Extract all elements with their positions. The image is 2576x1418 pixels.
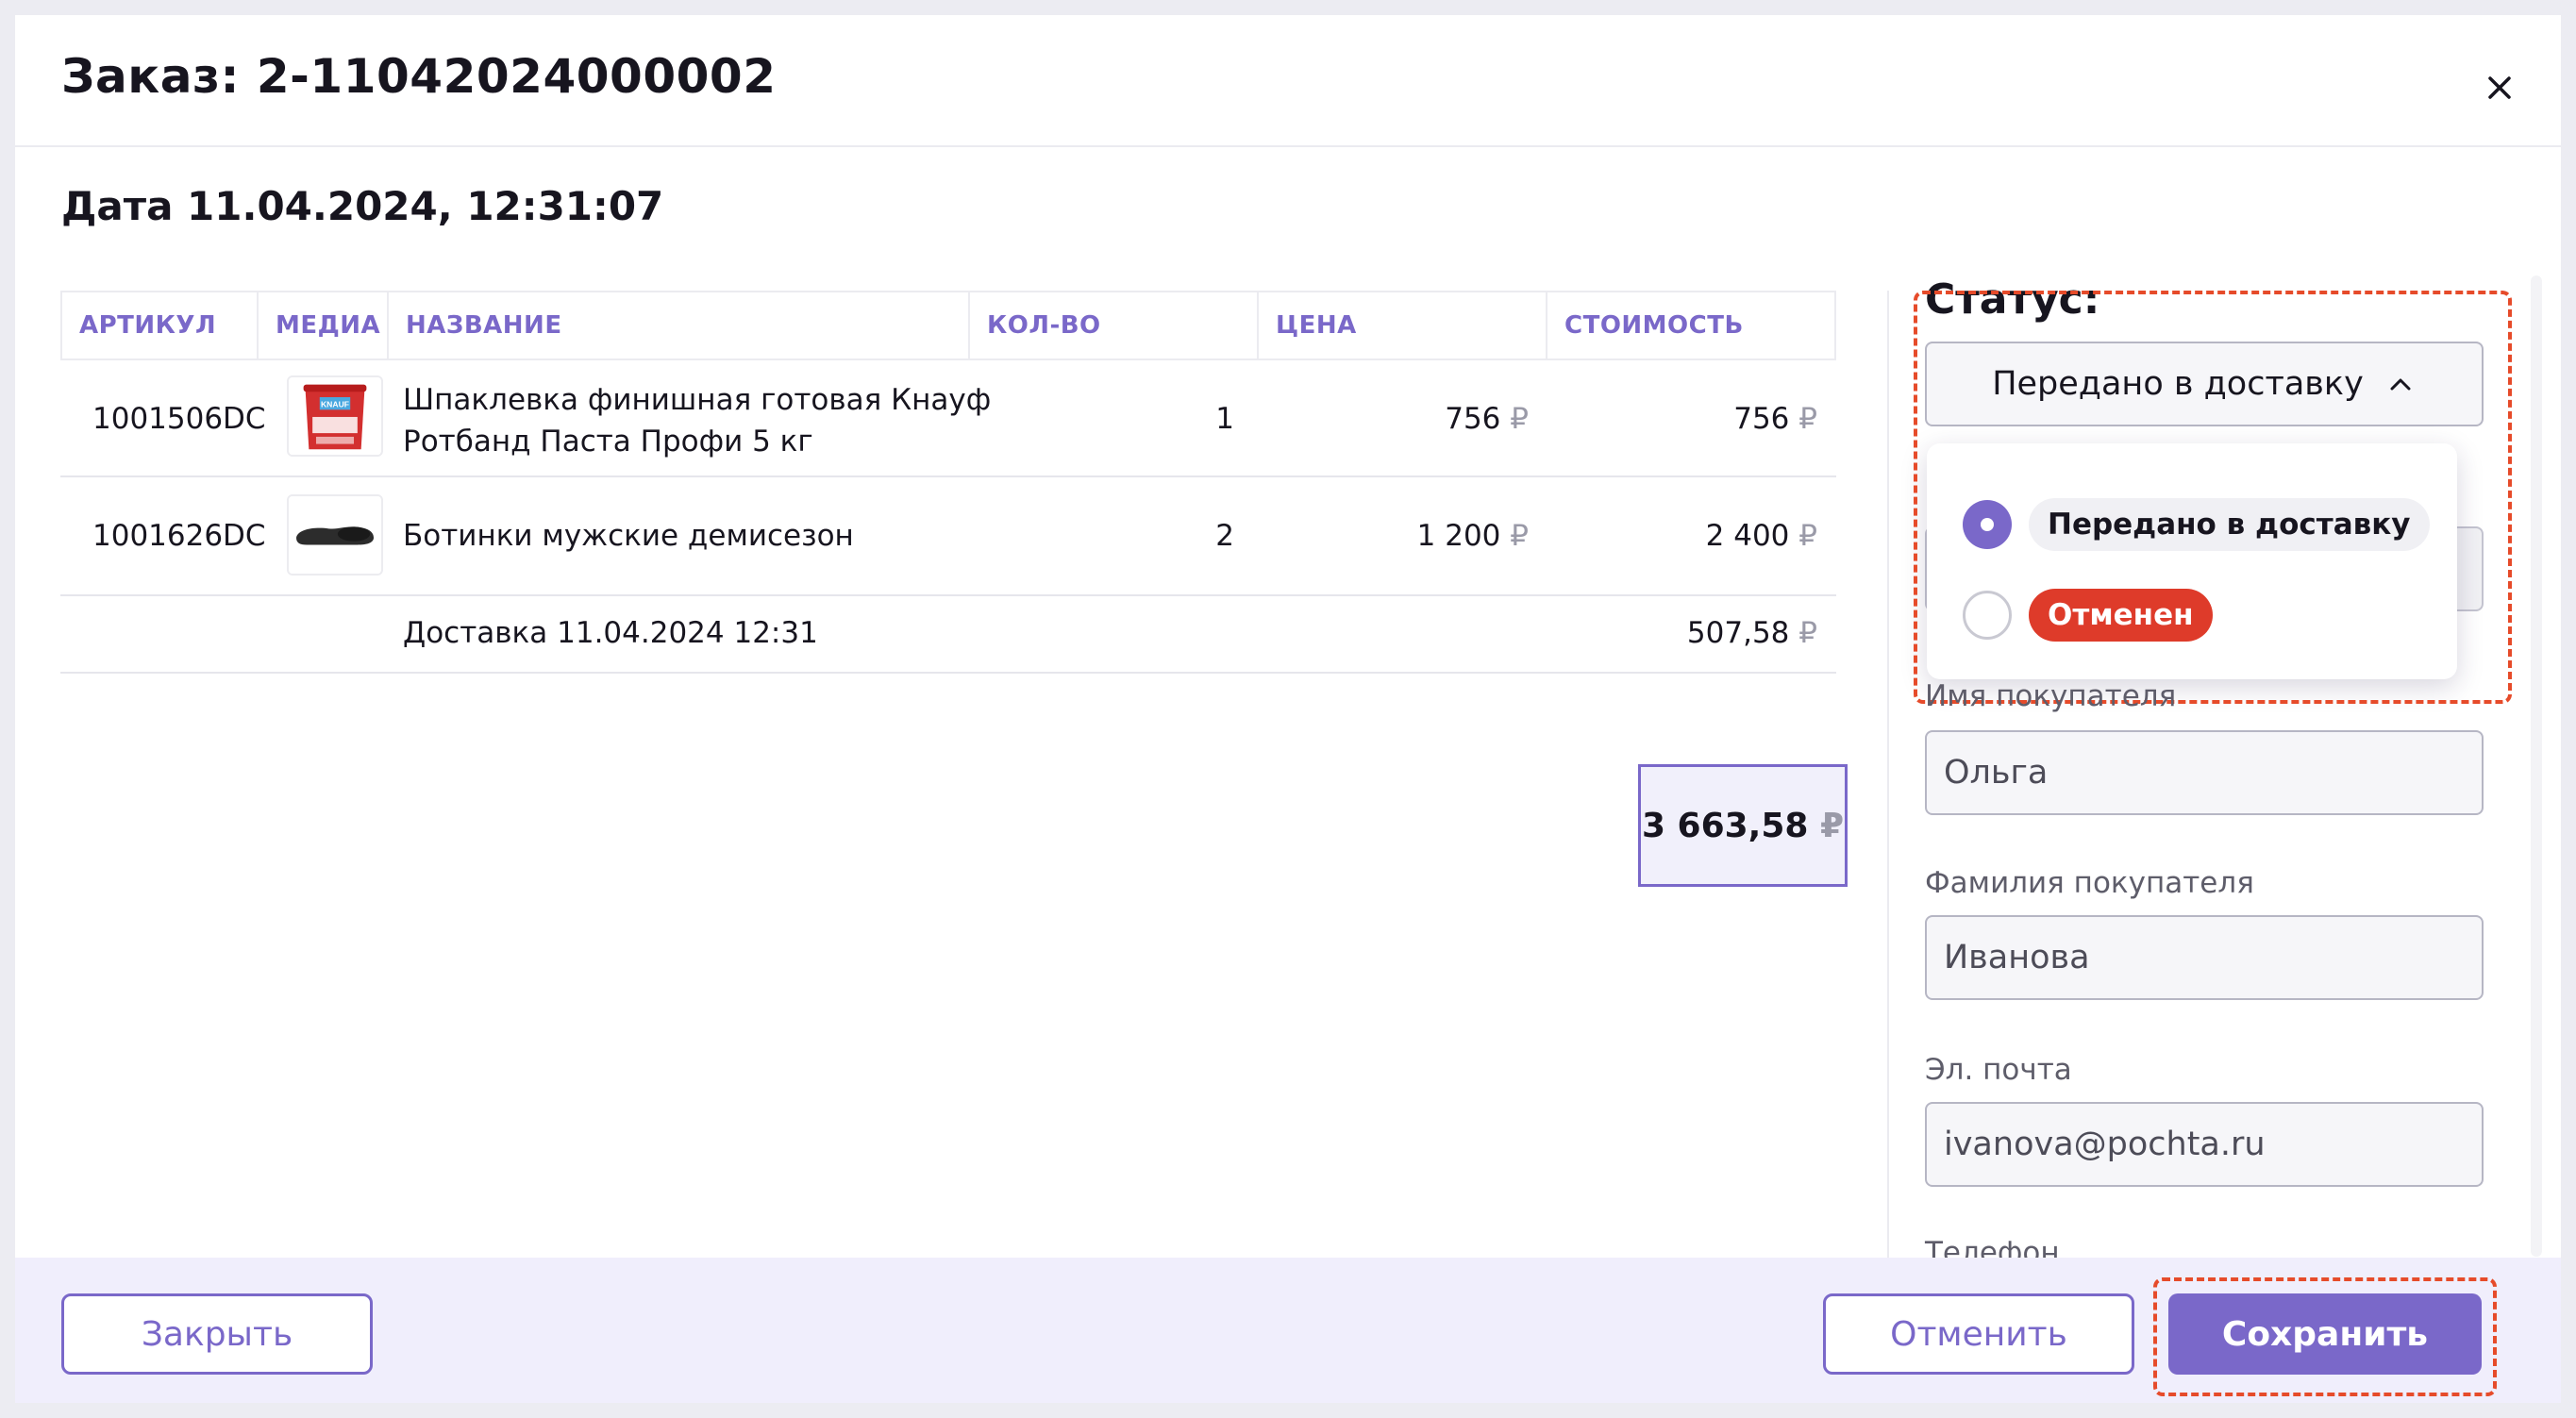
row-name-line1: Шпаклевка финишная готовая Кнауф (403, 383, 992, 417)
modal-title: Заказ: 2-11042024000002 (61, 49, 777, 104)
cancel-button[interactable]: Отменить (1823, 1293, 2134, 1375)
row-price-value: 756 (1445, 402, 1501, 436)
row-price: 1 200 ₽ (1257, 477, 1529, 594)
column-header-price: ЦЕНА (1259, 292, 1547, 359)
status-highlight (1914, 291, 2512, 704)
product-image-bucket[interactable]: KNAUF (287, 375, 383, 457)
product-image-boots[interactable] (287, 494, 383, 576)
row-cost: 2 400 ₽ (1546, 477, 1817, 594)
delivery-cost-value: 507,58 (1686, 616, 1790, 650)
email-field[interactable] (1925, 1102, 2484, 1187)
column-header-qty: КОЛ-ВО (970, 292, 1259, 359)
table-row[interactable]: 1001506DC KNAUF Шпаклевка финишная готов… (60, 360, 1836, 477)
delivery-label: Доставка 11.04.2024 12:31 (403, 616, 818, 650)
svg-text:KNAUF: KNAUF (321, 399, 349, 409)
table-row[interactable]: 1001626DC Ботинки мужские демисезон 2 1 … (60, 477, 1836, 596)
delivery-cost: 507,58 ₽ (1546, 596, 1817, 670)
row-price: 756 ₽ (1257, 360, 1529, 477)
row-cost-value: 2 400 (1705, 519, 1790, 553)
row-sku: 1001506DC (92, 402, 266, 436)
ruble-icon: ₽ (1510, 519, 1529, 553)
close-icon[interactable] (2476, 64, 2523, 111)
table-header: АРТИКУЛ МЕДИА НАЗВАНИЕ КОЛ-ВО ЦЕНА СТОИМ… (60, 291, 1836, 360)
row-cost-value: 756 (1733, 402, 1790, 436)
close-button[interactable]: Закрыть (61, 1293, 373, 1375)
order-items-table: АРТИКУЛ МЕДИА НАЗВАНИЕ КОЛ-ВО ЦЕНА СТОИМ… (60, 291, 1836, 674)
delivery-row: Доставка 11.04.2024 12:31 507,58 ₽ (60, 596, 1836, 674)
row-sku: 1001626DC (92, 519, 266, 553)
order-total-value: 3 663,58 (1641, 806, 1809, 845)
panel-scrollbar[interactable] (2531, 275, 2542, 1257)
order-total: 3 663,58 ₽ (1638, 764, 1848, 887)
ruble-icon: ₽ (1798, 519, 1817, 553)
row-price-value: 1 200 (1416, 519, 1501, 553)
ruble-icon: ₽ (1798, 402, 1817, 436)
ruble-icon: ₽ (1510, 402, 1529, 436)
first-name-label: Имя покупателя (1925, 679, 2177, 713)
row-name-line2: Ротбанд Паста Профи 5 кг (403, 425, 813, 459)
column-header-media: МЕДИА (259, 292, 389, 359)
email-label: Эл. почта (1925, 1053, 2072, 1087)
row-cost: 756 ₽ (1546, 360, 1817, 477)
row-name: Шпаклевка финишная готовая Кнауф Ротбанд… (403, 379, 991, 462)
column-header-cost: СТОИМОСТЬ (1564, 311, 1744, 340)
order-date: Дата 11.04.2024, 12:31:07 (61, 183, 664, 229)
save-highlight (2153, 1277, 2497, 1396)
last-name-field[interactable] (1925, 915, 2484, 1000)
ruble-icon: ₽ (1820, 806, 1845, 845)
first-name-field[interactable] (1925, 730, 2484, 815)
row-qty: 1 (1215, 402, 1234, 436)
modal-header: Заказ: 2-11042024000002 (15, 15, 2561, 147)
order-modal: Заказ: 2-11042024000002 Дата 11.04.2024,… (15, 15, 2561, 1403)
row-qty: 2 (1215, 519, 1234, 553)
ruble-icon: ₽ (1798, 616, 1817, 650)
column-header-name: НАЗВАНИЕ (389, 292, 970, 359)
last-name-label: Фамилия покупателя (1925, 866, 2254, 900)
column-header-sku: АРТИКУЛ (62, 292, 259, 359)
row-name: Ботинки мужские демисезон (403, 519, 854, 553)
